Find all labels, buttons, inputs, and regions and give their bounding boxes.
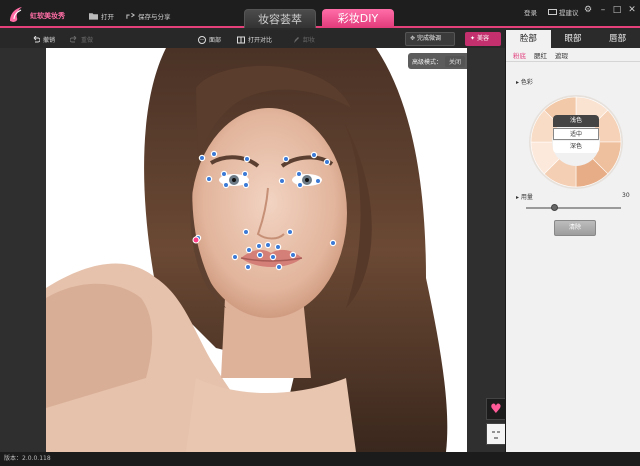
tab-face[interactable]: 脸部 [506,30,551,48]
finish-adjust-label: 完成微调 [416,35,441,42]
status-bar: 版本：2.0.0.118 [0,452,640,466]
face-outline-icon [487,424,505,444]
tab-makeup-diy[interactable]: 彩妆DIY [322,9,394,28]
undo-button[interactable]: 撤销 [32,35,55,44]
amount-section-heading: ▸ 用量 [516,192,533,201]
compare-button[interactable]: 打开对比 [237,35,272,44]
share-icon [126,12,135,19]
color-section-heading: ▸ 色彩 [516,77,533,86]
undo-label: 撤销 [43,37,56,44]
portrait-photo[interactable]: 高级模式： 关闭 开启 [46,48,467,452]
feedback-label: 提建议 [559,9,579,17]
face-subtabs: 粉底 腮红 遮瑕 [506,48,640,62]
settings-gear-icon[interactable]: ⚙ [583,5,593,15]
feedback-link[interactable]: 提建议 [548,7,579,17]
brush-icon [294,36,299,43]
tab-eyes[interactable]: 眼部 [551,30,596,48]
remove-makeup-button[interactable]: 卸妆 [292,35,315,44]
shade-dark-button[interactable]: 深色 [553,141,599,153]
shade-light-button[interactable]: 浅色 [553,115,599,127]
panel-tabs: 脸部 眼部 唇部 [506,30,640,48]
redo-button[interactable]: 重做 [70,35,93,44]
favorite-heart-icon[interactable]: ♥ [486,398,506,420]
makeup-panel: 脸部 眼部 唇部 粉底 腮红 遮瑕 ▸ 色彩 浅色 适中 深色 ▸ 用量 30 … [505,30,640,452]
face-label: 面部 [209,37,222,44]
close-icon[interactable]: ✕ [627,5,637,15]
version-label: 版本： [4,455,23,462]
maximize-icon[interactable]: □ [612,5,622,15]
amount-slider-knob[interactable] [551,204,558,211]
preview-thumbs: ♥ [486,398,506,445]
redo-icon [70,35,77,42]
folder-icon [89,13,98,20]
undo-icon [33,35,40,42]
edit-toolbar: 撤销 重做 面部 打开对比 卸妆 ✥ 完成微调 ✦ 美容 [0,30,505,48]
version-number: 2.0.0.118 [22,455,51,462]
move-icon: ✥ [410,35,416,42]
app-name: 虹软美妆秀 [30,12,65,20]
subtab-concealer[interactable]: 遮瑕 [555,50,568,60]
chat-icon [548,8,557,15]
canvas-area: 高级模式： 关闭 开启 ♥ [0,48,506,452]
minimize-icon[interactable]: – [598,5,608,15]
open-label: 打开 [101,13,114,21]
subtab-blush[interactable]: 腮红 [534,50,547,60]
face-thumbnail[interactable] [486,423,506,445]
beauty-icon: ✦ [470,35,476,42]
finish-adjust-button[interactable]: ✥ 完成微调 [405,32,455,46]
face-icon [198,35,206,44]
color-section-label: 色彩 [520,79,533,86]
advanced-mode-label: 高级模式： [412,58,443,66]
shade-medium-button[interactable]: 适中 [553,128,599,140]
beauty-button[interactable]: ✦ 美容 [465,32,501,46]
clear-button[interactable]: 清除 [554,220,596,236]
beauty-label: 美容 [476,35,489,42]
save-share-label: 保存与分享 [138,13,171,21]
advanced-mode-off-button[interactable]: 关闭 [445,55,466,67]
login-link[interactable]: 登录 [524,7,537,17]
portrait-illustration [46,48,467,452]
redo-label: 重做 [81,37,94,44]
open-button[interactable]: 打开 [89,11,114,21]
app-logo-icon [10,7,22,22]
amount-label: 用量 [520,194,533,201]
compare-label: 打开对比 [248,37,273,44]
tab-makeover[interactable]: 妆容荟萃 [244,9,316,28]
remove-makeup-label: 卸妆 [303,37,316,44]
compare-icon [237,36,245,43]
advanced-mode-switch: 高级模式： 关闭 开启 [408,53,467,69]
tab-lips[interactable]: 唇部 [595,30,640,48]
subtab-foundation[interactable]: 粉底 [513,50,526,60]
face-button[interactable]: 面部 [198,35,221,44]
amount-slider-track[interactable] [526,207,621,209]
amount-value: 30 [622,192,630,199]
save-share-button[interactable]: 保存与分享 [126,11,171,21]
title-bar: 虹软美妆秀 打开 保存与分享 妆容荟萃 彩妆DIY 登录 提建议 ⚙ – □ ✕ [0,0,640,28]
